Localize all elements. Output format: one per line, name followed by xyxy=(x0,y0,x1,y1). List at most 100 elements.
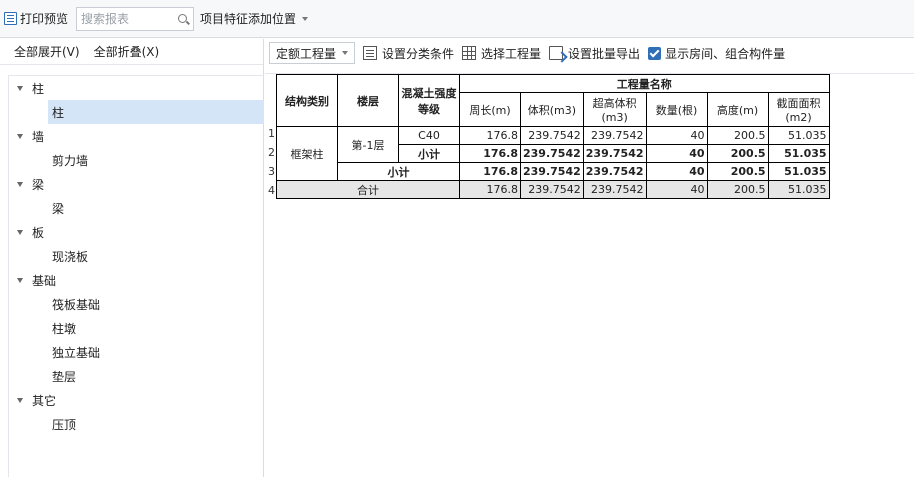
batch-export-button[interactable]: 设置批量导出 xyxy=(549,45,640,62)
cell-subtotal-label: 小计 xyxy=(337,162,460,181)
tree-group-label: 基础 xyxy=(32,273,57,288)
header-quantity-name: 工程量名称 xyxy=(459,74,830,93)
cell-perimeter: 176.8 xyxy=(459,126,521,145)
report-tree: 柱 柱 墙 剪力墙 梁 梁 板 现浇板 基础 筏板基础 柱墩 独立基础 垫层 其… xyxy=(8,75,264,477)
header-volume: 体积(m3) xyxy=(520,92,584,127)
cell-height: 200.5 xyxy=(706,126,769,145)
tree-item-cast-slab[interactable]: 现浇板 xyxy=(9,244,264,268)
batch-export-label: 设置批量导出 xyxy=(568,46,641,61)
report-tree-panel: 全部展开(V) 全部折叠(X) 柱 柱 墙 剪力墙 梁 梁 板 现浇板 基础 筏… xyxy=(0,39,264,477)
report-view: 1 2 3 4 结构类别 楼层 混凝土强度等级 工程量名称 周长(m) 体积(m… xyxy=(265,73,914,477)
quantity-report-table: 结构类别 楼层 混凝土强度等级 工程量名称 周长(m) 体积(m3) 超高体积(… xyxy=(276,74,830,199)
cell-section-area: 51.035 xyxy=(767,144,830,163)
header-count: 数量(根) xyxy=(645,92,708,127)
show-rooms-label: 显示房间、组合构件量 xyxy=(665,46,786,61)
cell-overheight-volume: 239.7542 xyxy=(582,126,647,145)
cell-floor: 第-1层 xyxy=(337,126,399,163)
tree-actions: 全部展开(V) 全部折叠(X) xyxy=(0,39,263,65)
set-classify-label: 设置分类条件 xyxy=(382,46,455,61)
tree-item-label: 垫层 xyxy=(52,369,77,384)
cell-volume: 239.7542 xyxy=(520,180,584,199)
expand-triangle-icon xyxy=(17,85,23,91)
tree-item-label: 梁 xyxy=(52,201,65,216)
cell-height: 200.5 xyxy=(706,180,769,199)
tree-group-beam[interactable]: 梁 xyxy=(9,172,264,196)
cell-height: 200.5 xyxy=(706,144,769,163)
cell-perimeter: 176.8 xyxy=(459,180,521,199)
collapse-all-button[interactable]: 全部折叠(X) xyxy=(94,43,160,60)
feature-position-label: 项目特征添加位置 xyxy=(200,12,297,26)
cell-overheight-volume: 239.7542 xyxy=(582,180,647,199)
tree-group-other[interactable]: 其它 xyxy=(9,388,264,412)
print-preview-button[interactable]: 打印预览 xyxy=(0,7,72,31)
tree-item-label: 筏板基础 xyxy=(52,297,101,312)
tree-group-label: 其它 xyxy=(32,393,57,408)
tree-item-shear-wall[interactable]: 剪力墙 xyxy=(9,148,264,172)
tree-group-wall[interactable]: 墙 xyxy=(9,124,264,148)
select-quantity-button[interactable]: 选择工程量 xyxy=(462,45,541,62)
tree-group-column[interactable]: 柱 xyxy=(9,76,264,100)
header-height: 高度(m) xyxy=(706,92,769,127)
tree-item-label: 柱 xyxy=(52,105,65,120)
tree-item-raft-foundation[interactable]: 筏板基础 xyxy=(9,292,264,316)
table-row: 框架柱 第-1层 C40 176.8 239.7542 239.7542 40 … xyxy=(276,126,830,181)
chevron-down-icon xyxy=(342,51,349,55)
search-input[interactable] xyxy=(77,8,174,29)
search-icon[interactable] xyxy=(178,13,188,23)
tree-group-label: 墙 xyxy=(32,129,45,144)
expand-triangle-icon xyxy=(17,181,23,187)
expand-triangle-icon xyxy=(17,229,23,235)
tree-item-label: 剪力墙 xyxy=(52,153,89,168)
header-concrete-grade: 混凝土强度等级 xyxy=(398,74,460,127)
tree-item-isolated-foundation[interactable]: 独立基础 xyxy=(9,340,264,364)
table-grid-icon xyxy=(462,46,477,60)
cell-section-area: 51.035 xyxy=(767,126,830,145)
tree-item-coping[interactable]: 压顶 xyxy=(9,412,264,436)
checkbox-checked-icon[interactable] xyxy=(648,46,662,60)
cell-perimeter: 176.8 xyxy=(459,144,521,163)
table-row-total: 合计 176.8 239.7542 239.7542 40 200.5 51.0… xyxy=(276,180,830,199)
tree-item-column-pier[interactable]: 柱墩 xyxy=(9,316,264,340)
expand-all-button[interactable]: 全部展开(V) xyxy=(14,43,80,60)
cell-struct-type: 框架柱 xyxy=(276,126,338,181)
search-box xyxy=(76,6,195,31)
table-row: 小计 176.8 239.7542 239.7542 40 200.5 51.0… xyxy=(277,162,830,181)
cell-section-area: 51.035 xyxy=(767,180,830,199)
cell-volume: 239.7542 xyxy=(520,126,584,145)
cell-subtotal-label: 小计 xyxy=(398,144,460,163)
tree-group-foundation[interactable]: 基础 xyxy=(9,268,264,292)
set-classify-button[interactable]: 设置分类条件 xyxy=(363,45,454,62)
tree-group-label: 柱 xyxy=(32,81,45,96)
tree-item-column[interactable]: 柱 xyxy=(48,100,264,124)
cell-overheight-volume: 239.7542 xyxy=(582,162,647,181)
cell-count: 40 xyxy=(645,144,708,163)
row-number: 1 xyxy=(268,127,275,140)
show-rooms-checkbox[interactable]: 显示房间、组合构件量 xyxy=(648,45,785,62)
row-number: 4 xyxy=(268,184,275,197)
feature-position-dropdown[interactable]: 项目特征添加位置 xyxy=(200,10,309,27)
quota-quantity-select[interactable]: 定额工程量 xyxy=(269,42,356,64)
cell-count: 40 xyxy=(645,162,708,181)
export-icon xyxy=(549,46,564,60)
print-preview-label: 打印预览 xyxy=(20,12,69,26)
tree-item-cushion[interactable]: 垫层 xyxy=(9,364,264,388)
cell-volume: 239.7542 xyxy=(520,162,584,181)
tree-item-label: 现浇板 xyxy=(52,249,89,264)
header-perimeter: 周长(m) xyxy=(459,92,521,127)
tree-item-label: 柱墩 xyxy=(52,321,77,336)
cell-height: 200.5 xyxy=(706,162,769,181)
cell-count: 40 xyxy=(645,126,708,145)
cell-perimeter: 176.8 xyxy=(459,162,521,181)
tree-group-slab[interactable]: 板 xyxy=(9,220,264,244)
quota-quantity-label: 定额工程量 xyxy=(276,46,337,61)
tree-group-label: 板 xyxy=(32,225,45,240)
chevron-down-icon xyxy=(302,16,309,21)
header-struct-type: 结构类别 xyxy=(276,74,338,127)
tree-item-beam[interactable]: 梁 xyxy=(9,196,264,220)
print-preview-icon xyxy=(4,12,17,25)
cell-grade: C40 xyxy=(398,126,460,145)
tree-group-label: 梁 xyxy=(32,177,45,192)
header-floor: 楼层 xyxy=(337,74,399,127)
expand-triangle-icon xyxy=(17,277,23,283)
tree-item-label: 独立基础 xyxy=(52,345,101,360)
